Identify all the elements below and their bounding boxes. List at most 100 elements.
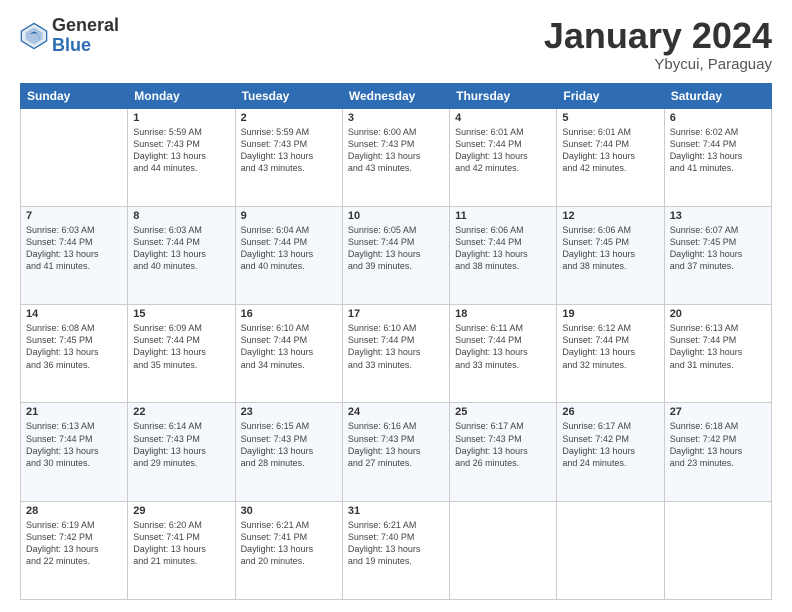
day-cell: 21Sunrise: 6:13 AM Sunset: 7:44 PM Dayli… bbox=[21, 403, 128, 501]
day-number: 29 bbox=[133, 505, 229, 517]
day-cell: 30 Sunrise: 6:21 AM Sunset: 7:41 PM Dayli… bbox=[235, 501, 342, 599]
day-info: Sunrise: 6:16 AM Sunset: 7:43 PM Dayligh… bbox=[348, 420, 444, 469]
header-cell-sunday: Sunday bbox=[21, 83, 128, 108]
day-info: Sunrise: 6:17 AM Sunset: 7:43 PM Dayligh… bbox=[455, 420, 551, 469]
day-cell bbox=[21, 108, 128, 206]
day-info: Sunrise: 6:02 AM Sunset: 7:44 PM Dayligh… bbox=[670, 126, 766, 175]
month-title: January 2024 bbox=[544, 16, 772, 56]
day-number: 13 bbox=[670, 210, 766, 222]
day-cell: 12 Sunrise: 6:06 AM Sunset: 7:45 PM Dayli… bbox=[557, 206, 664, 304]
day-cell bbox=[450, 501, 557, 599]
week-row-4: 21Sunrise: 6:13 AM Sunset: 7:44 PM Dayli… bbox=[21, 403, 772, 501]
day-number: 2 bbox=[241, 112, 337, 124]
day-number: 20 bbox=[670, 308, 766, 320]
day-cell: 9Sunrise: 6:04 AM Sunset: 7:44 PM Daylig… bbox=[235, 206, 342, 304]
day-info: Sunrise: 6:21 AM Sunset: 7:41 PM Dayligh… bbox=[241, 519, 337, 568]
day-cell: 7 Sunrise: 6:03 AM Sunset: 7:44 PM Daylig… bbox=[21, 206, 128, 304]
logo-blue-text: Blue bbox=[52, 36, 119, 56]
day-cell: 10 Sunrise: 6:05 AM Sunset: 7:44 PM Dayli… bbox=[342, 206, 449, 304]
day-info: Sunrise: 6:10 AM Sunset: 7:44 PM Dayligh… bbox=[348, 322, 444, 371]
day-number: 4 bbox=[455, 112, 551, 124]
day-cell: 25 Sunrise: 6:17 AM Sunset: 7:43 PM Dayli… bbox=[450, 403, 557, 501]
day-info: Sunrise: 6:21 AM Sunset: 7:40 PM Dayligh… bbox=[348, 519, 444, 568]
logo-icon bbox=[20, 22, 48, 50]
day-cell bbox=[557, 501, 664, 599]
header-cell-tuesday: Tuesday bbox=[235, 83, 342, 108]
day-info: Sunrise: 6:15 AM Sunset: 7:43 PM Dayligh… bbox=[241, 420, 337, 469]
day-number: 25 bbox=[455, 406, 551, 418]
day-number: 6 bbox=[670, 112, 766, 124]
day-info: Sunrise: 6:11 AM Sunset: 7:44 PM Dayligh… bbox=[455, 322, 551, 371]
header-cell-friday: Friday bbox=[557, 83, 664, 108]
day-cell: 20 Sunrise: 6:13 AM Sunset: 7:44 PM Dayli… bbox=[664, 305, 771, 403]
day-info: Sunrise: 6:03 AM Sunset: 7:44 PM Dayligh… bbox=[133, 224, 229, 273]
day-number: 10 bbox=[348, 210, 444, 222]
day-number: 7 bbox=[26, 210, 122, 222]
day-info: Sunrise: 6:04 AM Sunset: 7:44 PM Dayligh… bbox=[241, 224, 337, 273]
logo-general-text: General bbox=[52, 16, 119, 36]
day-cell: 22Sunrise: 6:14 AM Sunset: 7:43 PM Dayli… bbox=[128, 403, 235, 501]
day-cell: 4 Sunrise: 6:01 AM Sunset: 7:44 PM Daylig… bbox=[450, 108, 557, 206]
logo: General Blue bbox=[20, 16, 119, 56]
day-cell: 31 Sunrise: 6:21 AM Sunset: 7:40 PM Dayli… bbox=[342, 501, 449, 599]
day-info: Sunrise: 6:20 AM Sunset: 7:41 PM Dayligh… bbox=[133, 519, 229, 568]
day-cell: 3 Sunrise: 6:00 AM Sunset: 7:43 PM Daylig… bbox=[342, 108, 449, 206]
day-cell: 2 Sunrise: 5:59 AM Sunset: 7:43 PM Daylig… bbox=[235, 108, 342, 206]
day-number: 28 bbox=[26, 505, 122, 517]
week-row-5: 28 Sunrise: 6:19 AM Sunset: 7:42 PM Dayli… bbox=[21, 501, 772, 599]
day-cell: 29 Sunrise: 6:20 AM Sunset: 7:41 PM Dayli… bbox=[128, 501, 235, 599]
header-cell-wednesday: Wednesday bbox=[342, 83, 449, 108]
day-number: 27 bbox=[670, 406, 766, 418]
day-cell: 1 Sunrise: 5:59 AM Sunset: 7:43 PM Daylig… bbox=[128, 108, 235, 206]
day-info: Sunrise: 5:59 AM Sunset: 7:43 PM Dayligh… bbox=[241, 126, 337, 175]
subtitle: Ybycui, Paraguay bbox=[544, 56, 772, 73]
header-row: SundayMondayTuesdayWednesdayThursdayFrid… bbox=[21, 83, 772, 108]
day-cell: 18 Sunrise: 6:11 AM Sunset: 7:44 PM Dayli… bbox=[450, 305, 557, 403]
week-row-2: 7 Sunrise: 6:03 AM Sunset: 7:44 PM Daylig… bbox=[21, 206, 772, 304]
day-number: 1 bbox=[133, 112, 229, 124]
day-cell: 24Sunrise: 6:16 AM Sunset: 7:43 PM Dayli… bbox=[342, 403, 449, 501]
day-cell: 23 Sunrise: 6:15 AM Sunset: 7:43 PM Dayli… bbox=[235, 403, 342, 501]
day-info: Sunrise: 5:59 AM Sunset: 7:43 PM Dayligh… bbox=[133, 126, 229, 175]
title-block: January 2024 Ybycui, Paraguay bbox=[544, 16, 772, 73]
day-info: Sunrise: 6:01 AM Sunset: 7:44 PM Dayligh… bbox=[455, 126, 551, 175]
day-cell: 19 Sunrise: 6:12 AM Sunset: 7:44 PM Dayli… bbox=[557, 305, 664, 403]
day-info: Sunrise: 6:17 AM Sunset: 7:42 PM Dayligh… bbox=[562, 420, 658, 469]
day-info: Sunrise: 6:12 AM Sunset: 7:44 PM Dayligh… bbox=[562, 322, 658, 371]
day-info: Sunrise: 6:09 AM Sunset: 7:44 PM Dayligh… bbox=[133, 322, 229, 371]
day-info: Sunrise: 6:10 AM Sunset: 7:44 PM Dayligh… bbox=[241, 322, 337, 371]
calendar-table: SundayMondayTuesdayWednesdayThursdayFrid… bbox=[20, 83, 772, 600]
day-number: 11 bbox=[455, 210, 551, 222]
day-cell bbox=[664, 501, 771, 599]
day-number: 30 bbox=[241, 505, 337, 517]
day-number: 26 bbox=[562, 406, 658, 418]
day-info: Sunrise: 6:06 AM Sunset: 7:45 PM Dayligh… bbox=[562, 224, 658, 273]
day-info: Sunrise: 6:14 AM Sunset: 7:43 PM Dayligh… bbox=[133, 420, 229, 469]
day-info: Sunrise: 6:05 AM Sunset: 7:44 PM Dayligh… bbox=[348, 224, 444, 273]
day-cell: 16Sunrise: 6:10 AM Sunset: 7:44 PM Dayli… bbox=[235, 305, 342, 403]
day-number: 18 bbox=[455, 308, 551, 320]
header-cell-thursday: Thursday bbox=[450, 83, 557, 108]
day-cell: 17Sunrise: 6:10 AM Sunset: 7:44 PM Dayli… bbox=[342, 305, 449, 403]
header-cell-monday: Monday bbox=[128, 83, 235, 108]
day-number: 12 bbox=[562, 210, 658, 222]
day-info: Sunrise: 6:19 AM Sunset: 7:42 PM Dayligh… bbox=[26, 519, 122, 568]
day-number: 3 bbox=[348, 112, 444, 124]
day-cell: 11Sunrise: 6:06 AM Sunset: 7:44 PM Dayli… bbox=[450, 206, 557, 304]
day-number: 31 bbox=[348, 505, 444, 517]
day-info: Sunrise: 6:13 AM Sunset: 7:44 PM Dayligh… bbox=[670, 322, 766, 371]
day-cell: 15Sunrise: 6:09 AM Sunset: 7:44 PM Dayli… bbox=[128, 305, 235, 403]
day-info: Sunrise: 6:00 AM Sunset: 7:43 PM Dayligh… bbox=[348, 126, 444, 175]
day-cell: 8Sunrise: 6:03 AM Sunset: 7:44 PM Daylig… bbox=[128, 206, 235, 304]
day-info: Sunrise: 6:07 AM Sunset: 7:45 PM Dayligh… bbox=[670, 224, 766, 273]
day-info: Sunrise: 6:01 AM Sunset: 7:44 PM Dayligh… bbox=[562, 126, 658, 175]
day-number: 23 bbox=[241, 406, 337, 418]
week-row-1: 1 Sunrise: 5:59 AM Sunset: 7:43 PM Daylig… bbox=[21, 108, 772, 206]
week-row-3: 14Sunrise: 6:08 AM Sunset: 7:45 PM Dayli… bbox=[21, 305, 772, 403]
day-info: Sunrise: 6:03 AM Sunset: 7:44 PM Dayligh… bbox=[26, 224, 122, 273]
day-info: Sunrise: 6:13 AM Sunset: 7:44 PM Dayligh… bbox=[26, 420, 122, 469]
day-number: 14 bbox=[26, 308, 122, 320]
day-number: 19 bbox=[562, 308, 658, 320]
day-number: 5 bbox=[562, 112, 658, 124]
day-info: Sunrise: 6:18 AM Sunset: 7:42 PM Dayligh… bbox=[670, 420, 766, 469]
